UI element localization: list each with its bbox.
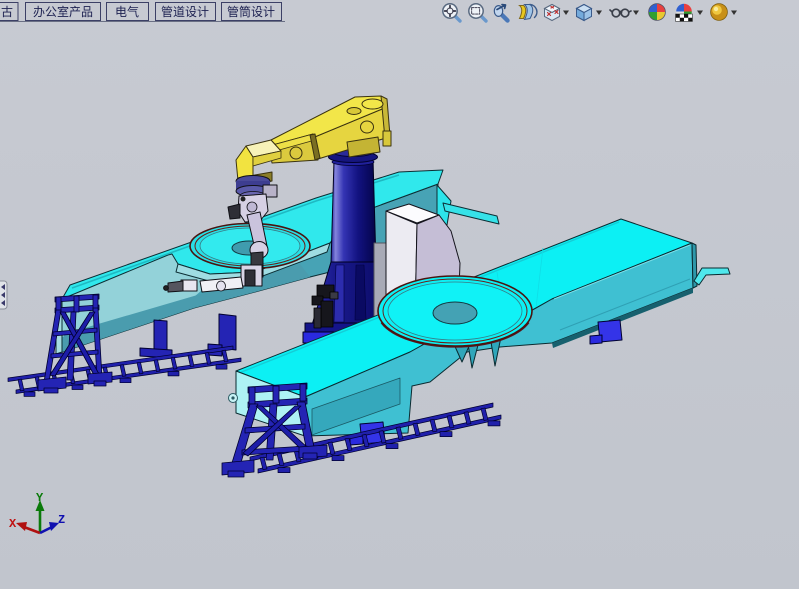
svg-text:Z: Z <box>58 513 65 527</box>
svg-text:管道设计: 管道设计 <box>161 4 209 19</box>
svg-text:办公室产品: 办公室产品 <box>33 4 93 19</box>
svg-text:电气: 电气 <box>115 4 139 19</box>
svg-text:管筒设计: 管筒设计 <box>227 4 275 19</box>
svg-text:X: X <box>9 517 17 531</box>
svg-text:Y: Y <box>36 491 44 505</box>
svg-text:古: 古 <box>1 4 13 19</box>
